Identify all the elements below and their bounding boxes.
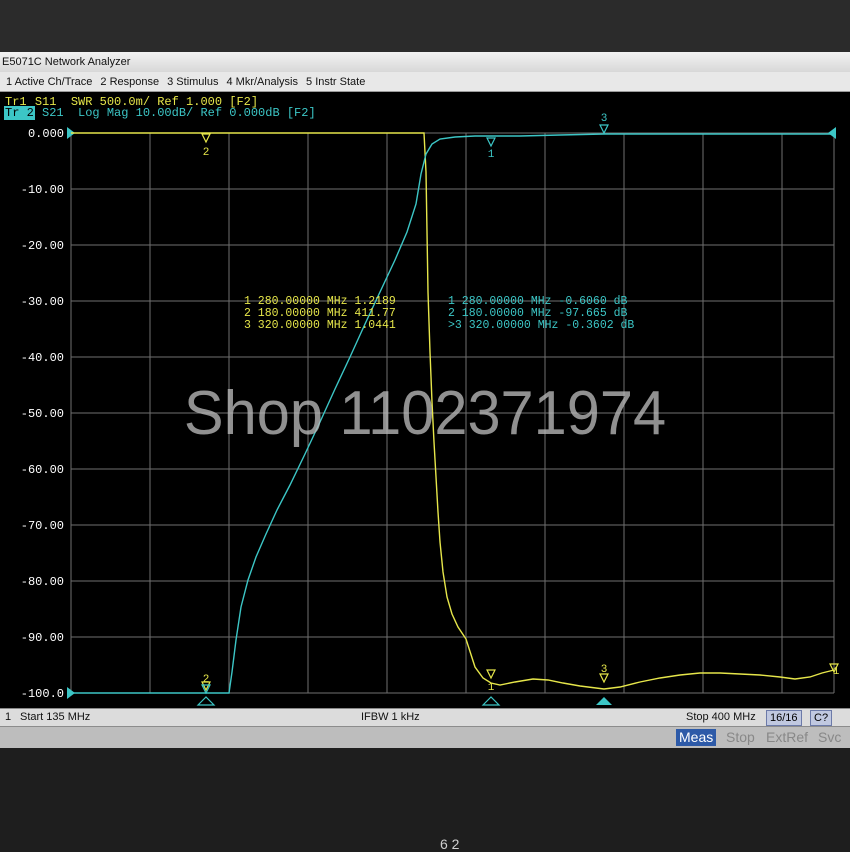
menu-mkr-analysis[interactable]: 4 Mkr/Analysis	[226, 76, 298, 88]
menu-instr-state[interactable]: 5 Instr State	[306, 76, 365, 88]
status-points-badge: 16/16	[766, 710, 802, 726]
system-status-bar: Meas Stop ExtRef Svc	[0, 726, 850, 748]
ref-level-arrow-right-icon	[828, 127, 836, 139]
status-stop-frequency[interactable]: Stop 400 MHz	[686, 711, 756, 723]
y-tick-label: -50.00	[21, 407, 64, 421]
status-bar: 1 Start 135 MHz IFBW 1 kHz Stop 400 MHz …	[0, 708, 850, 726]
plot-area: 0.000 -10.00 -20.00 -30.00 -40.00 -50.00…	[21, 113, 840, 706]
y-tick-label: -70.00	[21, 519, 64, 533]
marker-label: 1	[488, 682, 495, 694]
y-tick-label: -80.00	[21, 575, 64, 589]
trace1-curve	[71, 132, 835, 690]
marker-label: 1	[488, 149, 495, 161]
tr1-marker-readout: 3 320.00000 MHz 1.0441	[244, 319, 396, 332]
marker-label: 2	[203, 674, 210, 686]
y-tick-label: -60.00	[21, 463, 64, 477]
y-tick-label: -90.00	[21, 631, 64, 645]
top-background	[0, 0, 850, 52]
y-tick-label: -10.00	[21, 183, 64, 197]
menu-active-ch-trace[interactable]: 1 Active Ch/Trace	[6, 76, 92, 88]
meas-button[interactable]: Meas	[676, 729, 717, 746]
status-channel: 1	[5, 711, 12, 723]
y-tick-label: 0.000	[28, 127, 64, 141]
trace1-marker-2-icon[interactable]	[201, 133, 211, 144]
menu-response[interactable]: 2 Response	[100, 76, 159, 88]
stop-button[interactable]: Stop	[723, 729, 758, 746]
window-title: E5071C Network Analyzer	[0, 52, 850, 72]
bottom-background	[0, 748, 850, 850]
y-tick-label: -30.00	[21, 295, 64, 309]
marker-label: 1	[833, 666, 840, 678]
y-tick-label: -20.00	[21, 239, 64, 253]
trace2-marker-3-icon[interactable]	[599, 124, 609, 135]
status-ifbw[interactable]: IFBW 1 kHz	[361, 711, 420, 723]
measurement-display[interactable]: Tr1 S11 SWR 500.0m/ Ref 1.000 [F2] Tr 2 …	[0, 92, 850, 708]
status-start-frequency[interactable]: Start 135 MHz	[20, 711, 90, 723]
marker-label: 2	[203, 147, 210, 159]
extref-button[interactable]: ExtRef	[763, 729, 811, 746]
marker-label: 3	[601, 664, 608, 676]
svc-button[interactable]: Svc	[815, 729, 844, 746]
trace2-marker-1-icon[interactable]	[486, 137, 496, 148]
menu-bar: 1 Active Ch/Trace 2 Response 3 Stimulus …	[0, 72, 850, 92]
menu-stimulus[interactable]: 3 Stimulus	[167, 76, 218, 88]
y-tick-label: -40.00	[21, 351, 64, 365]
y-tick-label: -100.0	[21, 687, 64, 701]
tr2-marker-readout: >3 320.00000 MHz -0.3602 dB	[448, 319, 634, 332]
status-cal-badge: C?	[810, 710, 833, 726]
graticule	[70, 132, 835, 694]
trace1-marker-1-icon[interactable]	[486, 669, 496, 680]
stimulus-marker-1-icon[interactable]	[481, 696, 501, 706]
marker-label: 3	[601, 113, 608, 125]
stimulus-marker-2-icon[interactable]	[196, 696, 216, 706]
stimulus-marker-3-active-icon[interactable]	[596, 697, 612, 705]
